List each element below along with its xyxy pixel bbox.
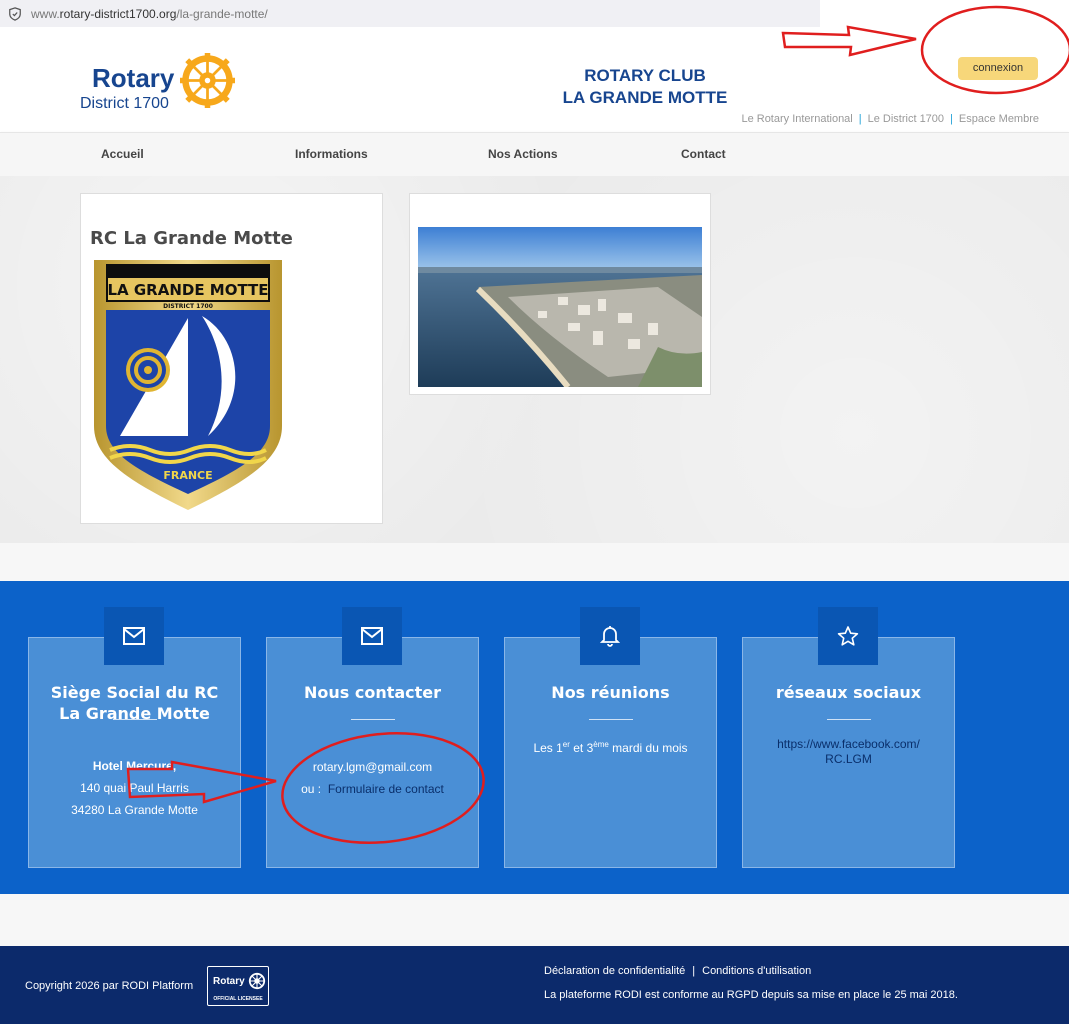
site-header: Rotary District 1700 ROTARY CLUB LA GRAN…: [0, 27, 1069, 132]
envelope-icon: [104, 607, 164, 665]
shield-icon: [9, 6, 21, 21]
siege-line1: Hotel Mercure,: [92, 759, 177, 773]
pennant-bottom-text: FRANCE: [163, 469, 212, 482]
nav-item-informations[interactable]: Informations: [295, 147, 368, 161]
reunions-sup2: ème: [593, 740, 609, 749]
divider: [827, 719, 871, 720]
pennant-sub-text: DISTRICT 1700: [163, 303, 213, 310]
star-icon: [818, 607, 878, 665]
spacer: [0, 894, 1069, 946]
reunions-text-mid: et 3: [569, 741, 594, 755]
nav-item-contact[interactable]: Contact: [681, 147, 726, 161]
copyright-text: Copyright 2026 par RODI Platform: [25, 980, 194, 992]
info-card-social: réseaux sociaux https://www.facebook.com…: [742, 637, 955, 868]
contact-or-label: ou :: [301, 782, 322, 796]
url-path: /la-grande-motte/: [176, 6, 268, 21]
rgpd-notice: La plateforme RODI est conforme au RGPD …: [544, 989, 958, 1001]
pennant-top-text: LA GRANDE MOTTE: [107, 281, 268, 299]
nav-item-accueil[interactable]: Accueil: [101, 147, 144, 161]
divider: [589, 719, 633, 720]
facebook-link-line2[interactable]: RC.LGM: [748, 752, 949, 767]
link-espace-membre[interactable]: Espace Membre: [959, 113, 1039, 125]
info-card-siege: Siège Social du RC La Grande Motte Hotel…: [28, 637, 241, 868]
divider: [351, 719, 395, 720]
info-section: Siège Social du RC La Grande Motte Hotel…: [0, 581, 1069, 894]
rotary-official-licensee-badge: Rotary OFFICIAL LICENSEE: [207, 966, 269, 1006]
top-links: Le Rotary International | Le District 1700…: [741, 113, 1039, 125]
privacy-link[interactable]: Déclaration de confidentialité: [544, 965, 685, 977]
rotary-district-logo[interactable]: Rotary District 1700: [80, 53, 240, 113]
url-prefix: www.: [31, 6, 60, 21]
browser-url-bar[interactable]: www. rotary-district1700.org/la-grande-mo…: [0, 0, 820, 27]
reunions-text: Les 1er et 3ème mardi du mois: [510, 734, 711, 759]
license-word: Rotary: [213, 976, 245, 987]
club-title: ROTARY CLUB LA GRANDE MOTTE: [540, 65, 750, 109]
contact-email[interactable]: rotary.lgm@gmail.com: [272, 756, 473, 778]
rotary-wheel-icon: [248, 972, 266, 990]
facebook-link[interactable]: https://www.facebook.com/ RC.LGM: [748, 737, 949, 767]
license-label: OFFICIAL LICENSEE: [213, 996, 263, 1002]
club-card: RC La Grande Motte LA GRANDE MOTTE DISTR…: [80, 193, 383, 524]
nav-item-nos-actions[interactable]: Nos Actions: [488, 147, 558, 161]
siege-line3: 34280 La Grande Motte: [71, 803, 198, 817]
contact-form-link[interactable]: Formulaire de contact: [328, 782, 444, 796]
url-host: rotary-district1700.org: [59, 6, 177, 21]
club-pennant-image: LA GRANDE MOTTE DISTRICT 1700 FRANCE: [94, 260, 282, 510]
reunions-text-post: mardi du mois: [608, 741, 688, 755]
reunions-title: Nos réunions: [551, 683, 670, 702]
rotary-wheel-icon: [180, 53, 235, 108]
facebook-link-line1[interactable]: https://www.facebook.com/: [748, 737, 949, 752]
legal-links: Déclaration de confidentialité | Condition…: [544, 965, 812, 977]
link-district-1700[interactable]: Le District 1700: [868, 113, 944, 125]
info-card-contact: Nous contacter rotary.lgm@gmail.com ou :…: [266, 637, 479, 868]
browser-toolbar-blank: [820, 0, 1069, 27]
envelope-icon: [342, 607, 402, 665]
site-footer: Copyright 2026 par RODI Platform Rotary …: [0, 946, 1069, 1024]
contact-title: Nous contacter: [303, 683, 442, 702]
reunions-sup1: er: [562, 740, 570, 749]
photo-card: [409, 193, 711, 395]
siege-address: Hotel Mercure, 140 quai Paul Harris 3428…: [34, 755, 235, 821]
aerial-photo-image: [418, 227, 702, 387]
logo-district: District 1700: [80, 95, 169, 112]
logo-word: Rotary: [92, 63, 175, 93]
social-title: réseaux sociaux: [775, 683, 922, 702]
club-title-line1: ROTARY CLUB: [584, 66, 706, 85]
divider: [113, 719, 157, 720]
link-rotary-international[interactable]: Le Rotary International: [741, 113, 852, 125]
spacer: [0, 543, 1069, 581]
main-nav: Accueil Informations Nos Actions Contact: [0, 132, 1069, 176]
club-title-line2: LA GRANDE MOTTE: [562, 88, 728, 107]
siege-line2: 140 quai Paul Harris: [80, 781, 189, 795]
reunions-text-pre: Les 1: [533, 741, 563, 755]
connexion-button[interactable]: connexion: [958, 57, 1038, 80]
contact-body: rotary.lgm@gmail.com ou : Formulaire de …: [272, 756, 473, 800]
club-card-title: RC La Grande Motte: [90, 228, 293, 249]
info-card-reunions: Nos réunions Les 1er et 3ème mardi du mo…: [504, 637, 717, 868]
siege-title: Siège Social du RC La Grande Motte: [50, 683, 219, 723]
main-content: RC La Grande Motte LA GRANDE MOTTE DISTR…: [0, 176, 1069, 543]
terms-link[interactable]: Conditions d'utilisation: [702, 965, 811, 977]
bell-icon: [580, 607, 640, 665]
